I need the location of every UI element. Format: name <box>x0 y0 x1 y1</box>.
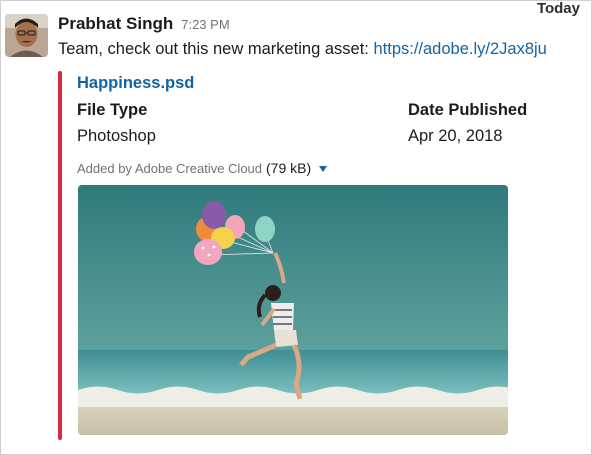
attachment-image-preview[interactable] <box>78 185 508 435</box>
sender-name[interactable]: Prabhat Singh <box>58 14 173 34</box>
attachment-accent-bar <box>58 71 62 440</box>
attachment-title-link[interactable]: Happiness.psd <box>77 74 194 93</box>
field-value-file-type: Photoshop <box>77 127 156 145</box>
message-header: Prabhat Singh 7:23 PM <box>58 14 230 34</box>
attachment-size: (79 kB) <box>266 160 312 176</box>
message-text: Team, check out this new marketing asset… <box>58 40 547 59</box>
message-body: Team, check out this new marketing asset… <box>58 40 374 58</box>
avatar[interactable] <box>5 14 48 57</box>
message-link[interactable]: https://adobe.ly/2Jax8ju <box>373 40 546 58</box>
field-value-date-published: Apr 20, 2018 <box>408 127 503 145</box>
message-timestamp[interactable]: 7:23 PM <box>181 17 229 32</box>
attachment-source: Added by Adobe Creative Cloud <box>77 160 263 176</box>
field-label-date-published: Date Published <box>408 101 528 119</box>
field-label-file-type: File Type <box>77 101 148 119</box>
day-divider: Today <box>536 0 580 17</box>
caret-down-icon[interactable] <box>319 166 328 172</box>
attachment-footer: Added by Adobe Creative Cloud (79 kB) <box>77 160 328 176</box>
